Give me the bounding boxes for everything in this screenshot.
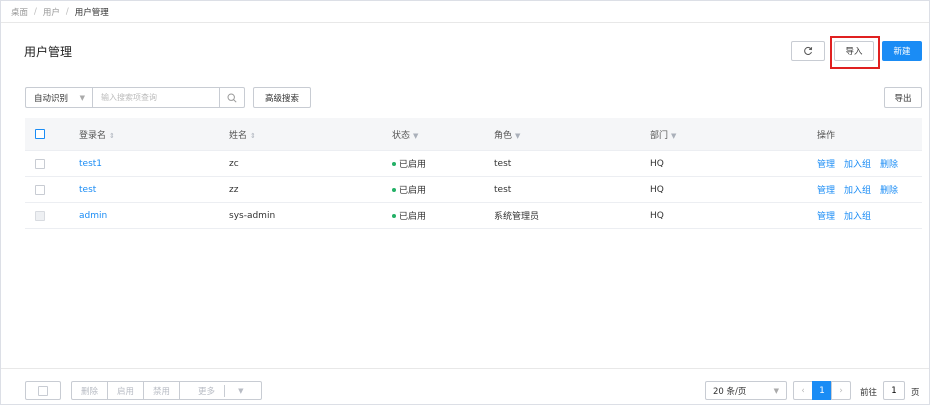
advanced-search-button[interactable]: 高级搜索 (253, 87, 311, 108)
column-header-name[interactable]: 姓名 ⇕ (229, 128, 256, 141)
select-all-checkbox[interactable] (35, 129, 45, 139)
row-checkbox-disabled (35, 210, 45, 221)
join-group-link[interactable]: 加入组 (844, 160, 871, 170)
join-group-link[interactable]: 加入组 (844, 186, 871, 196)
page-number-current[interactable]: 1 (812, 381, 832, 400)
page-size-select[interactable]: 20 条/页 ▼ (705, 381, 787, 400)
user-name: sys-admin (229, 210, 276, 221)
goto-label: 前往 (860, 388, 878, 398)
import-button[interactable]: 导入 (834, 41, 874, 61)
manage-link[interactable]: 管理 (817, 186, 835, 196)
table-row: test zz 已启用 test HQ 管理 加入组 删除 (25, 177, 922, 203)
user-role: 系统管理员 (494, 212, 540, 222)
row-actions: 管理 加入组 (817, 209, 880, 222)
column-header-login-label: 登录名 (79, 130, 107, 141)
refresh-button[interactable] (791, 41, 825, 61)
breadcrumb-item-user[interactable]: 用户 (43, 6, 60, 18)
caret-down-icon: ▼ (79, 93, 85, 102)
column-header-ops: 操作 (817, 130, 836, 141)
user-name: zz (229, 184, 239, 195)
column-header-status-label: 状态 (392, 130, 411, 141)
column-header-dept[interactable]: 部门 ▼ (650, 128, 676, 141)
batch-more-button[interactable]: 更多 ▼ (180, 382, 261, 399)
status-badge: 已启用 (392, 157, 426, 170)
column-header-status[interactable]: 状态 ▼ (392, 128, 418, 141)
delete-link[interactable]: 删除 (880, 160, 898, 170)
search-mode-select[interactable]: 自动识别 ▼ (25, 87, 93, 108)
search-mode-label: 自动识别 (34, 93, 69, 104)
filter-icon: ▼ (413, 131, 419, 140)
search-button[interactable] (219, 87, 245, 108)
breadcrumb-separator: / (65, 6, 69, 17)
user-role: test (494, 158, 512, 169)
filter-icon: ▼ (515, 131, 521, 140)
table-header: 登录名 ⇕ 姓名 ⇕ 状态 ▼ 角色 ▼ 部门 ▼ 操作 (25, 118, 922, 151)
chevron-right-icon: › (839, 385, 843, 396)
goto-page-input[interactable] (883, 381, 905, 400)
column-header-role-label: 角色 (494, 130, 513, 141)
filter-icon: ▼ (671, 131, 677, 140)
login-link[interactable]: test1 (79, 159, 102, 169)
user-dept: HQ (650, 184, 664, 195)
status-badge: 已启用 (392, 183, 426, 196)
user-dept: HQ (650, 158, 664, 169)
refresh-icon (804, 47, 813, 55)
goto-suffix: 页 (911, 388, 920, 398)
batch-enable-button[interactable]: 启用 (108, 382, 145, 399)
user-name: zc (229, 158, 239, 169)
breadcrumb: 桌面 / 用户 / 用户管理 (1, 1, 929, 23)
caret-down-icon: ▼ (238, 386, 244, 395)
table-row: admin sys-admin 已启用 系统管理员 HQ 管理 加入组 (25, 203, 922, 229)
breadcrumb-item-current: 用户管理 (74, 7, 109, 18)
table-row: test1 zc 已启用 test HQ 管理 加入组 删除 (25, 151, 922, 177)
delete-link[interactable]: 删除 (880, 186, 898, 196)
page-size-label: 20 条/页 (713, 386, 747, 397)
breadcrumb-item-desktop[interactable]: 桌面 (11, 6, 28, 18)
status-badge: 已启用 (392, 209, 426, 222)
footer-select-all-checkbox[interactable] (25, 381, 61, 400)
column-header-dept-label: 部门 (650, 130, 669, 141)
footer-divider (1, 368, 929, 369)
next-page-button[interactable]: › (831, 381, 851, 400)
user-dept: HQ (650, 210, 664, 221)
app-frame: 桌面 / 用户 / 用户管理 用户管理 导入 新建 自动识别 ▼ 高级搜索 导出… (0, 0, 930, 405)
row-checkbox[interactable] (35, 158, 45, 169)
batch-disable-button[interactable]: 禁用 (144, 382, 181, 399)
search-input[interactable] (92, 87, 220, 108)
search-icon (227, 92, 237, 103)
page-title: 用户管理 (24, 45, 73, 59)
new-button[interactable]: 新建 (882, 41, 922, 61)
sort-icon: ⇕ (109, 131, 115, 140)
chevron-left-icon: ‹ (801, 385, 805, 396)
caret-down-icon: ▼ (773, 386, 779, 395)
row-checkbox[interactable] (35, 184, 45, 195)
batch-delete-button[interactable]: 删除 (72, 382, 109, 399)
prev-page-button[interactable]: ‹ (793, 381, 813, 400)
breadcrumb-separator: / (34, 6, 37, 17)
column-header-name-label: 姓名 (229, 130, 248, 141)
user-role: test (494, 184, 512, 195)
row-actions: 管理 加入组 删除 (817, 157, 907, 170)
column-header-login[interactable]: 登录名 ⇕ (79, 128, 115, 141)
join-group-link[interactable]: 加入组 (844, 212, 871, 222)
manage-link[interactable]: 管理 (817, 212, 835, 222)
manage-link[interactable]: 管理 (817, 160, 835, 170)
batch-actions: 删除 启用 禁用 更多 ▼ (71, 381, 263, 400)
user-table: 登录名 ⇕ 姓名 ⇕ 状态 ▼ 角色 ▼ 部门 ▼ 操作 test1 zc 已启用 tes… (25, 118, 922, 229)
export-button[interactable]: 导出 (884, 87, 922, 108)
sort-icon: ⇕ (250, 131, 256, 140)
login-link[interactable]: admin (79, 211, 107, 221)
column-header-role[interactable]: 角色 ▼ (494, 128, 520, 141)
login-link[interactable]: test (79, 185, 96, 195)
row-actions: 管理 加入组 删除 (817, 183, 907, 196)
